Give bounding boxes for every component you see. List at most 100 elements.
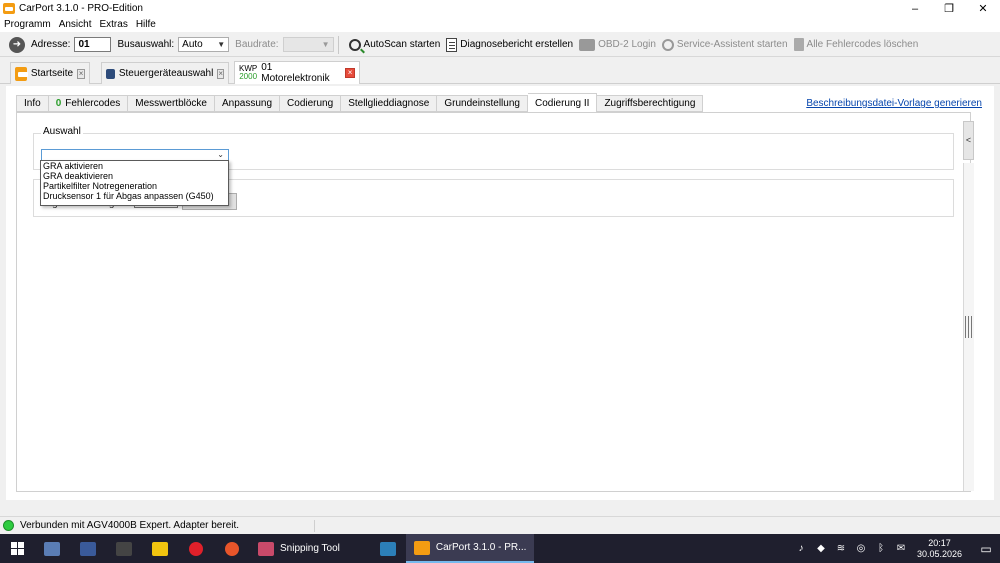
start-button[interactable] xyxy=(0,534,34,563)
selection-group-title: Auswahl xyxy=(41,126,83,137)
taskbar-opera[interactable] xyxy=(178,534,214,563)
obd-login-label: OBD-2 Login xyxy=(598,39,656,50)
taskbar-explorer[interactable] xyxy=(142,534,178,563)
bus-select[interactable]: Auto ▼ xyxy=(178,37,230,52)
close-icon[interactable]: × xyxy=(345,68,355,78)
tab-fehlercodes-label: Fehlercodes xyxy=(65,98,121,109)
carport-taskbar-label: CarPort 3.1.0 - PR... xyxy=(435,542,527,553)
autoscan-label: AutoScan starten xyxy=(363,39,441,50)
service-assistant-button[interactable]: Service-Assistent starten xyxy=(661,35,788,55)
mail-icon[interactable]: ✉ xyxy=(894,543,908,555)
windows-logo-icon xyxy=(10,542,24,555)
minimize-button[interactable]: – xyxy=(898,0,932,17)
toolbar-separator xyxy=(337,35,339,54)
carport-app-icon xyxy=(3,3,15,14)
tab-codierung[interactable]: Codierung xyxy=(280,95,342,112)
maximize-button[interactable]: ❐ xyxy=(932,0,966,17)
document-tabs: Startseite × Steuergeräteauswahl × KWP 2… xyxy=(0,61,1000,84)
address-input[interactable]: 01 xyxy=(74,37,112,52)
car-icon xyxy=(106,68,115,79)
computer-icon xyxy=(44,541,60,556)
tab-stellglieddiagnose[interactable]: Stellglieddiagnose xyxy=(341,95,438,112)
taskbar-carport[interactable]: CarPort 3.1.0 - PR... xyxy=(405,534,535,563)
menu-bar: Programm Ansicht Extras Hilfe xyxy=(0,17,1000,32)
splitter-grip[interactable] xyxy=(965,316,972,338)
menu-ansicht[interactable]: Ansicht xyxy=(55,19,96,30)
baud-select[interactable]: ▼ xyxy=(282,37,334,52)
monitor-icon xyxy=(80,541,96,556)
option-drucksensor-g450[interactable]: Drucksensor 1 für Abgas anpassen (G450) xyxy=(41,191,228,201)
volume-icon[interactable]: ♪ xyxy=(794,543,808,555)
opera-icon xyxy=(189,541,203,556)
taskbar-calculator[interactable] xyxy=(370,534,406,563)
gear-icon xyxy=(661,38,674,51)
carport-app-icon xyxy=(413,540,430,555)
notification-icon[interactable]: ▭ xyxy=(972,542,1000,556)
tab-info[interactable]: Info xyxy=(16,95,49,112)
tab-steuergeraeteauswahl[interactable]: Steuergeräteauswahl × xyxy=(101,62,229,84)
option-gra-aktivieren[interactable]: GRA aktivieren xyxy=(41,161,228,171)
folder-icon xyxy=(152,541,168,556)
protocol-bottom: 2000 xyxy=(239,72,258,81)
selection-dropdown-list: GRA aktivieren GRA deaktivieren Partikel… xyxy=(40,160,229,206)
tab-motorelektronik-label: 01 Motorelektronik xyxy=(261,62,330,84)
taskbar-maps[interactable] xyxy=(214,534,250,563)
tab-anpassung[interactable]: Anpassung xyxy=(214,95,281,112)
close-icon[interactable]: × xyxy=(77,68,85,79)
content-area: Info 0 Fehlercodes Messwertblöcke Anpass… xyxy=(6,86,994,500)
status-bar: Verbunden mit AGV4000B Expert. Adapter b… xyxy=(0,516,1000,534)
chevron-down-icon: ▼ xyxy=(321,40,330,49)
chevron-down-icon: ⌄ xyxy=(217,150,224,159)
bluetooth-icon[interactable]: ᛒ xyxy=(874,543,888,555)
clear-faults-button[interactable]: Alle Fehlercodes löschen xyxy=(793,35,918,55)
option-gra-deaktivieren[interactable]: GRA deaktivieren xyxy=(41,171,228,181)
tab-zugriffsberechtigung[interactable]: Zugriffsberechtigung xyxy=(597,95,704,112)
taskbar-app-3[interactable] xyxy=(106,534,142,563)
connection-status-icon xyxy=(3,520,14,531)
option-partikelfilter-notregeneration[interactable]: Partikelfilter Notregeneration xyxy=(41,181,228,191)
taskbar-app-1[interactable] xyxy=(34,534,70,563)
tab-messwertbloecke[interactable]: Messwertblöcke xyxy=(128,95,215,112)
globe-icon[interactable]: ◎ xyxy=(854,543,868,555)
clock-date: 30.05.2026 xyxy=(916,548,962,559)
menu-extras[interactable]: Extras xyxy=(95,19,131,30)
tab-codierung-ii[interactable]: Codierung II xyxy=(527,93,598,112)
taskbar-snipping-tool[interactable]: Snipping Tool xyxy=(250,534,348,563)
system-tray: ♪ ◆ ≋ ◎ ᛒ ✉ 20:17 30.05.2026 ▭ xyxy=(791,534,1000,563)
go-arrow-icon[interactable]: ➜ xyxy=(9,36,25,53)
fault-count-badge: 0 xyxy=(55,98,62,109)
baud-label: Baudrate: xyxy=(235,39,279,50)
taskbar-app-2[interactable] xyxy=(70,534,106,563)
menu-programm[interactable]: Programm xyxy=(0,19,55,30)
calculator-icon xyxy=(379,541,396,556)
tab-steuergeraeteauswahl-label: Steuergeräteauswahl xyxy=(118,68,214,79)
autoscan-button[interactable]: AutoScan starten xyxy=(348,35,441,55)
bus-select-value: Auto xyxy=(182,39,203,50)
map-pin-icon xyxy=(225,541,239,556)
trash-icon xyxy=(793,38,804,51)
obd-login-button[interactable]: OBD-2 Login xyxy=(579,35,656,55)
taskbar: Snipping Tool CarPort 3.1.0 - PR... ♪ ◆ … xyxy=(0,534,1000,563)
network-icon[interactable]: ≋ xyxy=(834,543,848,555)
tab-motorelektronik[interactable]: KWP 2000 01 Motorelektronik × xyxy=(234,61,360,84)
home-icon xyxy=(15,66,28,81)
obd-plug-icon xyxy=(579,38,596,51)
report-button[interactable]: Diagnosebericht erstellen xyxy=(446,35,573,55)
tab-grundeinstellung[interactable]: Grundeinstellung xyxy=(437,95,528,112)
clock[interactable]: 20:17 30.05.2026 xyxy=(917,538,962,560)
menu-hilfe[interactable]: Hilfe xyxy=(132,19,160,30)
window-title: CarPort 3.1.0 - PRO-Edition xyxy=(19,3,143,14)
generate-template-link[interactable]: Beschreibungsdatei-Vorlage generieren xyxy=(806,98,982,109)
tab-startseite-label: Startseite xyxy=(30,68,74,79)
close-button[interactable]: ✕ xyxy=(966,0,1000,17)
side-panel-toggle[interactable]: < xyxy=(963,121,974,160)
address-label: Adresse: xyxy=(31,39,71,50)
report-icon xyxy=(446,37,458,52)
tab-startseite[interactable]: Startseite × xyxy=(10,62,90,84)
tab-fehlercodes[interactable]: 0 Fehlercodes xyxy=(48,95,129,112)
close-icon[interactable]: × xyxy=(217,68,224,79)
kwp-protocol-badge: KWP 2000 xyxy=(239,65,257,81)
chevron-down-icon: ▼ xyxy=(217,40,226,49)
shield-icon[interactable]: ◆ xyxy=(814,543,828,555)
snipping-tool-label: Snipping Tool xyxy=(280,543,340,554)
